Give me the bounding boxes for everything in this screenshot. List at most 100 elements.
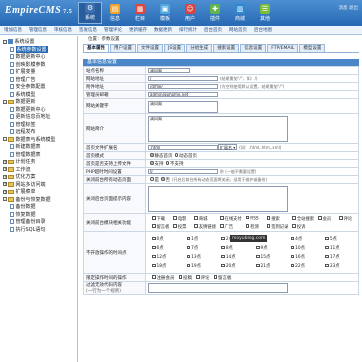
subnav-link[interactable]: 管理评论 — [104, 27, 122, 33]
hour-checkbox[interactable] — [221, 263, 225, 268]
hour-checkbox[interactable] — [325, 245, 329, 250]
hour-checkbox[interactable] — [186, 263, 191, 268]
expand-icon[interactable]: + — [3, 189, 7, 194]
sidebar-item[interactable]: 管理备份目录 — [3, 218, 74, 226]
sidebar-item[interactable]: 创映影模参数 — [3, 61, 74, 69]
module-checkbox[interactable] — [152, 224, 156, 228]
sidebar-item[interactable]: - 数据表与系统模型 — [3, 136, 74, 144]
php-time-input[interactable]: 0 — [148, 168, 218, 174]
subnav-link[interactable]: 数据更新 — [154, 27, 172, 33]
subnav-link[interactable]: 签发信息 — [79, 27, 97, 33]
tab-0[interactable]: 基本属性 — [83, 44, 109, 52]
limit-ops-textarea[interactable] — [148, 283, 288, 293]
hour-checkbox[interactable] — [221, 245, 225, 250]
tab-5[interactable]: 搜索设置 — [213, 44, 240, 52]
hour-checkbox[interactable] — [152, 245, 156, 250]
hour-checkbox[interactable] — [290, 263, 295, 268]
limit-op-checkbox[interactable] — [196, 275, 200, 279]
sidebar-item[interactable]: 扩展变量 — [3, 68, 74, 76]
hour-checkbox[interactable] — [186, 254, 191, 259]
subnav-link[interactable]: 后台地图 — [254, 27, 272, 33]
attach-url-input[interactable]: /d/file/ — [148, 83, 218, 89]
keywords-textarea[interactable]: 清风阁 — [148, 100, 218, 113]
expand-icon[interactable]: + — [3, 159, 7, 164]
sidebar-item[interactable]: - 数据更新 — [3, 98, 74, 106]
hour-checkbox[interactable] — [290, 254, 295, 259]
sidebar-item[interactable]: + 工作流 — [3, 166, 74, 174]
site-url-input[interactable]: / — [148, 75, 218, 81]
tab-6[interactable]: 信息设置 — [240, 44, 267, 52]
module-checkbox[interactable] — [292, 224, 296, 228]
hour-checkbox[interactable] — [152, 263, 156, 268]
sidebar-item[interactable]: - 备份与恢复数据 — [3, 196, 74, 204]
sidebar-item[interactable]: 系统参数设置 — [3, 45, 74, 54]
sidebar-item[interactable]: 执行SQL语句 — [3, 226, 74, 234]
tab-4[interactable]: 分组生成 — [186, 44, 213, 52]
module-checkbox[interactable] — [173, 216, 177, 220]
module-checkbox[interactable] — [318, 216, 322, 220]
module-checkbox[interactable] — [194, 216, 198, 220]
subnav-link[interactable]: 审核信息 — [54, 27, 72, 33]
sidebar-item[interactable]: 安全参数配置 — [3, 83, 74, 91]
collapse-icon[interactable]: - — [3, 197, 7, 202]
module-checkbox[interactable] — [220, 216, 224, 220]
hour-checkbox[interactable] — [325, 236, 329, 241]
collapse-icon[interactable]: - — [3, 39, 7, 44]
admin-email-input[interactable]: admin@phome.net — [148, 91, 218, 97]
sidebar-item[interactable]: 远程发布 — [3, 128, 74, 136]
limit-op-checkbox[interactable] — [178, 275, 182, 279]
sidebar-item[interactable]: - 系统设置 — [3, 38, 74, 46]
collapse-icon[interactable]: - — [3, 137, 7, 142]
module-checkbox[interactable] — [194, 224, 198, 228]
hour-checkbox[interactable] — [290, 236, 295, 241]
index-file-input[interactable]: .html — [148, 144, 218, 150]
top-nav-item-2[interactable]: ▦ 栏目 — [128, 2, 152, 24]
index-file-select[interactable]: 扩展名 ▾ — [218, 144, 238, 150]
sidebar-item[interactable]: 数据更新中心 — [3, 53, 74, 61]
module-checkbox[interactable] — [220, 224, 224, 228]
hour-checkbox[interactable] — [325, 254, 329, 259]
hour-checkbox[interactable] — [221, 254, 225, 259]
hour-checkbox[interactable] — [186, 245, 191, 250]
hour-checkbox[interactable] — [256, 254, 260, 259]
tab-3[interactable]: JS设置 — [164, 44, 186, 52]
description-textarea[interactable]: 清风阁 — [148, 116, 288, 142]
sidebar-item[interactable]: 备份数据 — [3, 203, 74, 211]
tab-2[interactable]: 文件设置 — [137, 44, 163, 52]
subnav-link[interactable]: 网站首页 — [229, 27, 247, 33]
subnav-link[interactable]: 增加信息 — [4, 27, 22, 33]
sidebar-item[interactable]: + 网站多访问端 — [3, 181, 74, 189]
subnav-link[interactable]: 排行统计 — [179, 27, 197, 33]
close-site-no-radio[interactable] — [161, 177, 165, 181]
top-nav-item-4[interactable]: ☺ 用户 — [178, 2, 202, 24]
expand-icon[interactable]: + — [3, 174, 7, 179]
limit-op-checkbox[interactable] — [213, 275, 217, 279]
sidebar-item[interactable]: + 优化方案 — [3, 173, 74, 181]
expand-icon[interactable]: + — [3, 182, 7, 187]
hour-checkbox[interactable] — [325, 263, 329, 268]
subnav-link[interactable]: 后台首页 — [204, 27, 222, 33]
top-right-links[interactable]: 消息 退出 — [339, 5, 358, 11]
module-checkbox[interactable] — [266, 224, 271, 228]
top-nav-item-1[interactable]: ▤ 信息 — [103, 2, 127, 24]
top-nav-item-5[interactable]: ✚ 插件 — [203, 2, 227, 24]
hour-checkbox[interactable] — [152, 254, 156, 259]
hour-checkbox[interactable] — [221, 236, 225, 241]
sidebar-item[interactable]: 管理标签 — [3, 121, 74, 129]
module-checkbox[interactable] — [152, 216, 156, 220]
top-nav-item-3[interactable]: ▣ 模板 — [153, 2, 177, 24]
subnav-link[interactable]: 更新缓存 — [129, 27, 147, 33]
tab-8[interactable]: 模型设置 — [299, 44, 326, 52]
hour-checkbox[interactable] — [256, 245, 260, 250]
sidebar-item[interactable]: 更新信息页地址 — [3, 113, 74, 121]
hour-checkbox[interactable] — [186, 236, 191, 241]
top-nav-item-0[interactable]: ⚙ 系统 — [78, 2, 102, 24]
module-checkbox[interactable] — [245, 215, 250, 219]
subnav-link[interactable]: 管理信息 — [29, 27, 47, 33]
close-site-yes-radio[interactable] — [150, 177, 154, 181]
sidebar-item[interactable]: 系统模型 — [3, 91, 74, 99]
limit-op-checkbox[interactable] — [152, 275, 156, 279]
index-mode-dynamic-radio[interactable] — [174, 153, 178, 157]
sidebar-item[interactable]: + 扩展菜单 — [3, 188, 74, 196]
close-tip-textarea[interactable] — [148, 186, 288, 212]
